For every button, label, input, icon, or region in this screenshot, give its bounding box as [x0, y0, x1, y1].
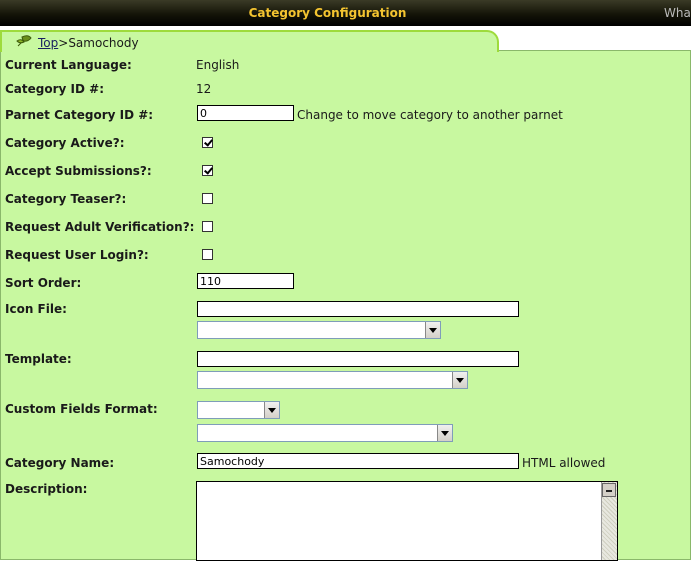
breadcrumb: Top>Samochody — [38, 36, 139, 50]
description-label: Description: — [5, 482, 88, 496]
icon-file-input[interactable] — [197, 301, 519, 317]
custom-fields-format-select-2[interactable] — [197, 424, 453, 442]
page-title: Category Configuration — [248, 6, 407, 20]
current-language-label: Current Language: — [5, 58, 132, 72]
chevron-down-icon — [264, 402, 279, 418]
sort-order-label: Sort Order: — [5, 276, 82, 290]
accept-submissions-label: Accept Submissions?: — [5, 164, 152, 178]
breadcrumb-current: Samochody — [68, 36, 139, 50]
scroll-up-button[interactable] — [602, 483, 616, 497]
template-label: Template: — [5, 352, 72, 366]
custom-fields-format-select[interactable] — [197, 401, 280, 419]
breadcrumb-top-link[interactable]: Top — [38, 36, 58, 50]
description-textarea[interactable] — [196, 481, 618, 561]
current-language-value: English — [196, 58, 240, 72]
adult-verification-label: Request Adult Verification?: — [5, 220, 195, 234]
breadcrumb-separator: > — [58, 36, 69, 50]
icon-file-label: Icon File: — [5, 302, 67, 316]
chevron-down-icon — [452, 372, 467, 388]
category-name-label: Category Name: — [5, 456, 115, 470]
category-id-value: 12 — [196, 82, 212, 96]
header-right-text: Wha — [664, 6, 691, 20]
chevron-down-icon — [437, 425, 452, 441]
category-teaser-label: Category Teaser?: — [5, 192, 127, 206]
icon-file-select[interactable] — [197, 321, 441, 339]
user-login-label: Request User Login?: — [5, 248, 149, 262]
user-login-checkbox[interactable] — [202, 249, 213, 260]
template-input[interactable] — [197, 351, 519, 367]
parent-category-id-input[interactable] — [197, 105, 294, 121]
chevron-down-icon — [425, 322, 440, 338]
title-bar: Category Configuration Wha — [0, 0, 691, 26]
accept-submissions-checkbox[interactable] — [202, 165, 213, 176]
category-active-label: Category Active?: — [5, 136, 125, 150]
category-active-checkbox[interactable] — [202, 137, 213, 148]
category-teaser-checkbox[interactable] — [202, 193, 213, 204]
sort-order-input[interactable] — [197, 273, 294, 289]
category-id-label: Category ID #: — [5, 82, 104, 96]
parent-category-note: Change to move category to another parne… — [297, 108, 563, 122]
description-scrollbar[interactable] — [601, 482, 617, 560]
html-allowed-note: HTML allowed — [522, 456, 606, 470]
leaf-icon — [16, 35, 32, 47]
category-name-input[interactable] — [197, 453, 519, 469]
parent-category-id-label: Parnet Category ID #: — [5, 108, 154, 122]
breadcrumb-tab: Top>Samochody — [0, 30, 499, 52]
custom-fields-format-label: Custom Fields Format: — [5, 402, 158, 416]
adult-verification-checkbox[interactable] — [202, 221, 213, 232]
template-select[interactable] — [197, 371, 468, 389]
